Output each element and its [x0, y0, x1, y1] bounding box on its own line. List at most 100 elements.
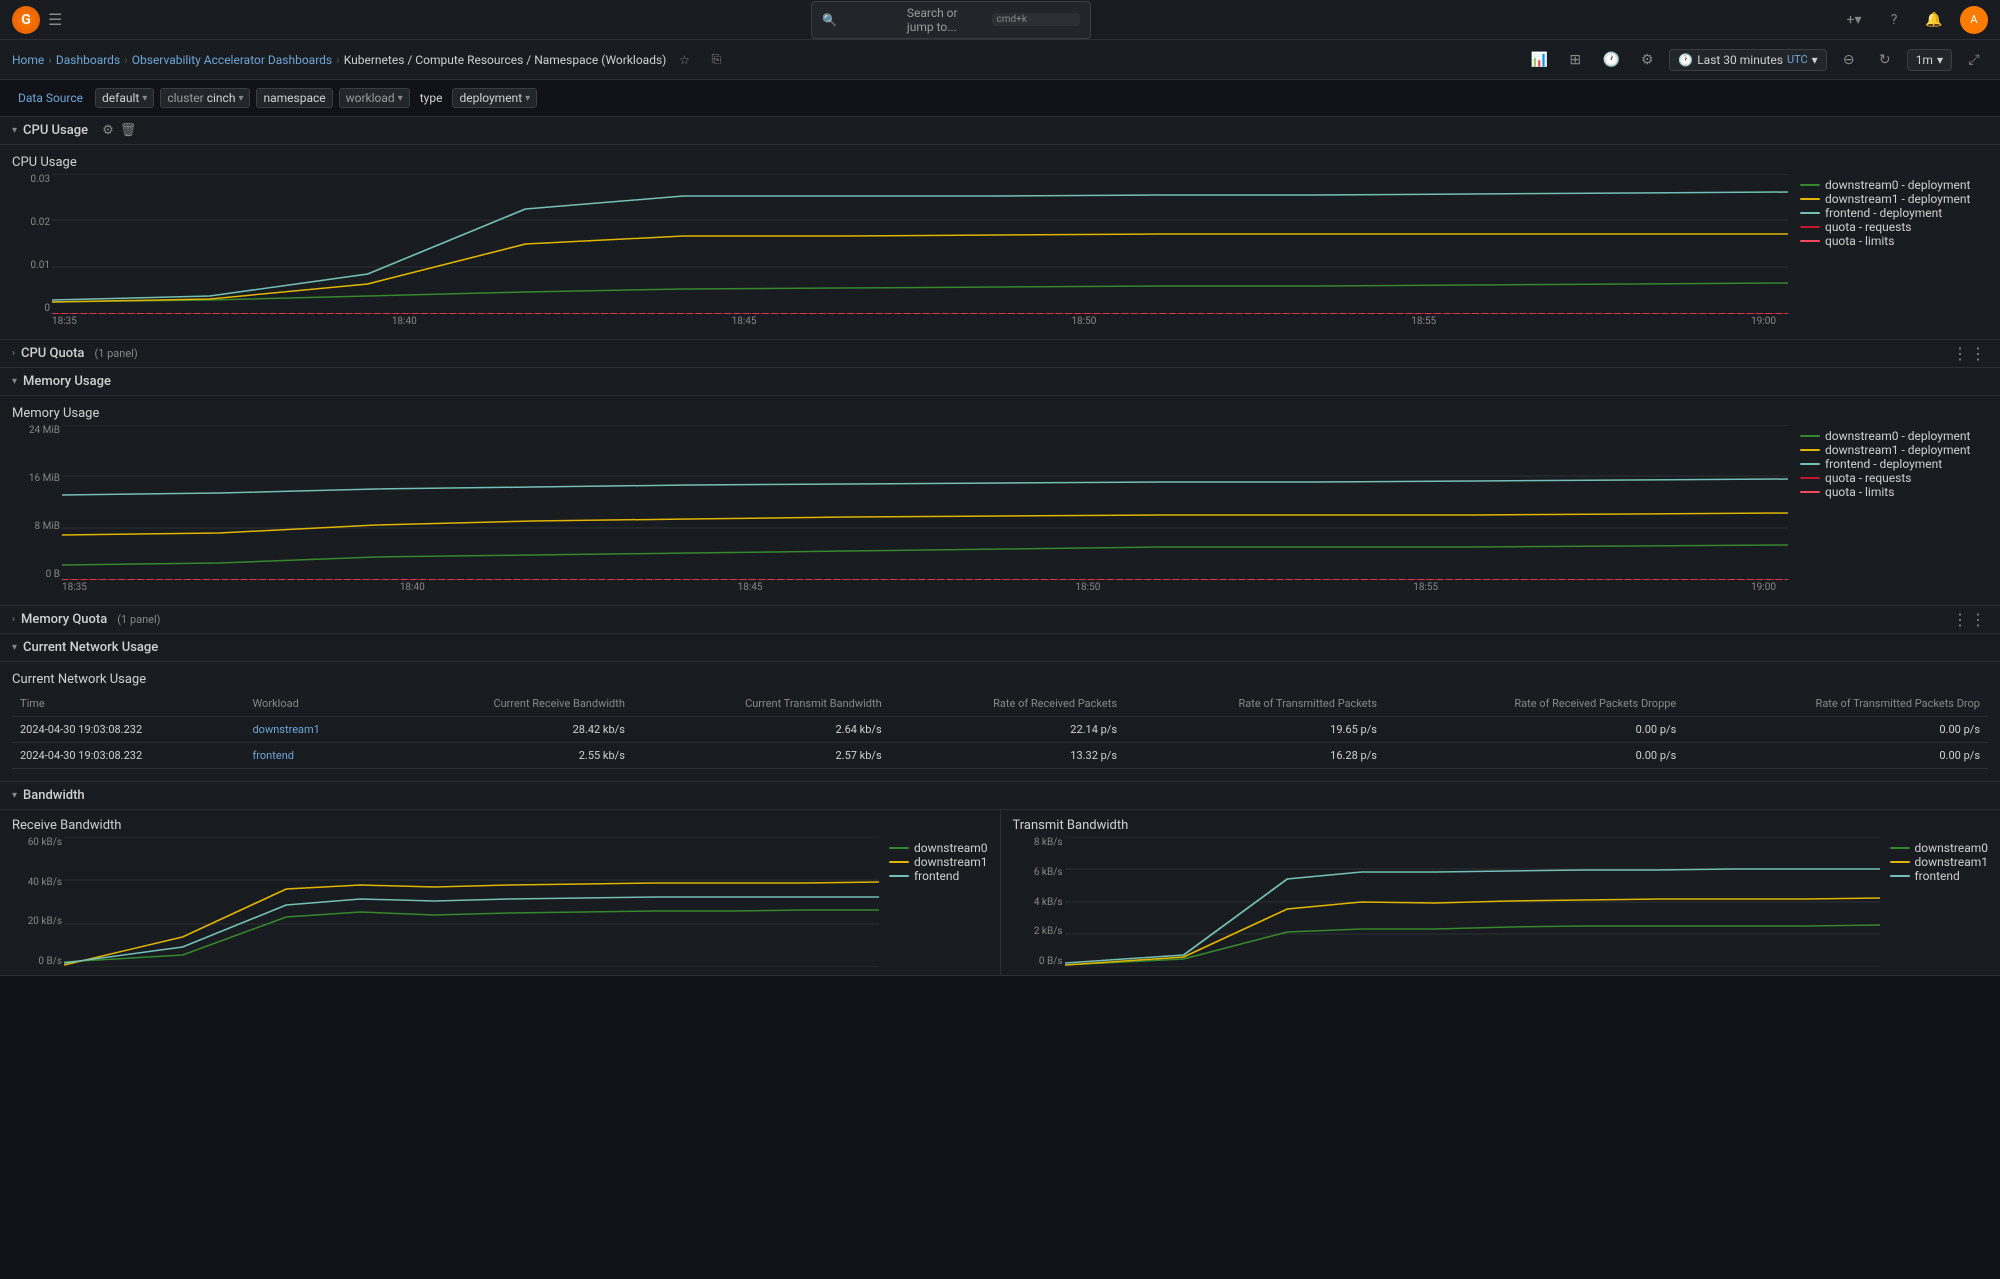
bell-icon[interactable]: 🔔	[1920, 6, 1948, 34]
hamburger-menu[interactable]: ☰	[48, 10, 62, 29]
col-rcv-drop: Rate of Received Packets Droppe	[1385, 691, 1684, 717]
top-bar-left: G ☰	[12, 6, 62, 34]
memory-usage-panel: Memory Usage 24 MiB 16 MiB 8 MiB 0 B	[0, 396, 2000, 606]
network-usage-header[interactable]: ▾ Current Network Usage	[0, 634, 2000, 662]
search-area[interactable]: 🔍 Search or jump to... cmd+k	[811, 1, 1091, 39]
time-range-selector[interactable]: 🕐 Last 30 minutes UTC ▾	[1669, 49, 1826, 71]
rcv-legend-fe: frontend	[889, 869, 988, 883]
search-cmd: cmd+k	[992, 13, 1081, 26]
share-icon[interactable]: ⎘	[702, 46, 730, 74]
cpu-section-icons: ⚙ 🗑	[102, 123, 136, 138]
filter-cluster[interactable]: cluster cinch ▾	[160, 88, 250, 108]
bandwidth-header[interactable]: ▾ Bandwidth	[0, 782, 2000, 810]
search-box[interactable]: 🔍 Search or jump to... cmd+k	[811, 1, 1091, 39]
panel-icon[interactable]: ⊞	[1561, 46, 1589, 74]
legend-line-ds1	[1800, 198, 1820, 200]
graph-icon[interactable]: 📊	[1525, 46, 1553, 74]
memory-chart-area: 24 MiB 16 MiB 8 MiB 0 B	[12, 425, 1988, 580]
memory-quota-menu[interactable]: ⋮⋮	[1952, 610, 1988, 629]
refresh-interval[interactable]: 1m ▾	[1907, 49, 1952, 71]
row2-tx-drop: 0.00 p/s	[1684, 743, 1988, 769]
cpu-chart-svg	[52, 174, 1788, 314]
row1-workload[interactable]: downstream1	[244, 717, 384, 743]
row1-tx-pkt: 19.65 p/s	[1125, 717, 1385, 743]
network-table: Time Workload Current Receive Bandwidth …	[12, 691, 1988, 769]
memory-x-axis: 18:35 18:40 18:45 18:50 18:55 19:00	[12, 582, 1988, 593]
col-workload: Workload	[244, 691, 384, 717]
legend-quota-requests: quota - requests	[1800, 220, 1988, 234]
filter-type[interactable]: deployment ▾	[452, 88, 537, 108]
legend-line-qr	[1800, 226, 1820, 228]
cpu-usage-panel: CPU Usage 0.03 0.02 0.01 0	[0, 145, 2000, 340]
cpu-y-axis: 0.03 0.02 0.01 0	[12, 174, 50, 314]
row1-time: 2024-04-30 19:03:08.232	[12, 717, 244, 743]
filter-namespace[interactable]: namespace	[256, 88, 332, 108]
memory-panel-content: 24 MiB 16 MiB 8 MiB 0 B	[0, 425, 2000, 605]
network-collapse-icon: ▾	[12, 642, 17, 653]
memory-quota-header[interactable]: › Memory Quota (1 panel) ⋮⋮	[0, 606, 2000, 634]
legend-quota-limits: quota - limits	[1800, 234, 1988, 248]
legend-line-fe	[1800, 212, 1820, 214]
add-button[interactable]: + ▾	[1840, 6, 1868, 34]
breadcrumb: Home › Dashboards › Observability Accele…	[12, 46, 730, 74]
datasource-label[interactable]: Data Source	[12, 89, 89, 107]
network-table-header: Time Workload Current Receive Bandwidth …	[12, 691, 1988, 717]
refresh-icon[interactable]: ↻	[1871, 46, 1899, 74]
filter-workload[interactable]: workload ▾	[339, 88, 410, 108]
transmit-title: Transmit Bandwidth	[1013, 818, 1989, 837]
cpu-usage-header[interactable]: ▾ CPU Usage ⚙ 🗑	[0, 117, 2000, 145]
memory-y-axis: 24 MiB 16 MiB 8 MiB 0 B	[12, 425, 60, 580]
memory-usage-header[interactable]: ▾ Memory Usage	[0, 368, 2000, 396]
expand-icon[interactable]: ⤢	[1960, 46, 1988, 74]
row2-rcv-drop: 0.00 p/s	[1385, 743, 1684, 769]
cpu-quota-header[interactable]: › CPU Quota (1 panel) ⋮⋮	[0, 340, 2000, 368]
row1-rcv-drop: 0.00 p/s	[1385, 717, 1684, 743]
cpu-quota-menu[interactable]: ⋮⋮	[1952, 344, 1988, 363]
top-bar: G ☰ 🔍 Search or jump to... cmd+k + ▾ ? 🔔…	[0, 0, 2000, 40]
cpu-delete-icon[interactable]: 🗑	[120, 123, 137, 138]
network-usage-title: Current Network Usage	[23, 640, 158, 655]
cpu-panel-title: CPU Usage	[0, 145, 2000, 174]
observability-link[interactable]: Observability Accelerator Dashboards	[132, 53, 332, 67]
memory-collapse-icon: ▾	[12, 376, 17, 387]
help-icon[interactable]: ?	[1880, 6, 1908, 34]
receive-legend: downstream0 downstream1 frontend	[879, 837, 988, 967]
zoom-out-icon[interactable]: ⊖	[1835, 46, 1863, 74]
refresh-interval-label: 1m	[1916, 53, 1933, 67]
memory-legend: downstream0 - deployment downstream1 - d…	[1788, 425, 1988, 580]
network-row-1: 2024-04-30 19:03:08.232 downstream1 28.4…	[12, 717, 1988, 743]
col-time: Time	[12, 691, 244, 717]
tx-legend-ds0: downstream0	[1890, 841, 1989, 855]
cpu-quota-subtitle: (1 panel)	[94, 347, 137, 360]
cpu-settings-icon[interactable]: ⚙	[102, 123, 114, 138]
settings-icon[interactable]: ⚙	[1633, 46, 1661, 74]
transmit-chart-svg	[1065, 837, 1880, 967]
row2-rcv-pkt: 13.32 p/s	[890, 743, 1125, 769]
cpu-quota-collapse-icon: ›	[12, 348, 15, 359]
transmit-chart-area: 8 kB/s 6 kB/s 4 kB/s 2 kB/s 0 B/s	[1013, 837, 1989, 967]
tx-legend-ds1: downstream1	[1890, 855, 1989, 869]
avatar[interactable]: A	[1960, 6, 1988, 34]
clock-icon[interactable]: 🕐	[1597, 46, 1625, 74]
transmit-bandwidth-panel: Transmit Bandwidth 8 kB/s 6 kB/s 4 kB/s …	[1001, 810, 2000, 975]
network-panel: Current Network Usage Time Workload Curr…	[0, 662, 2000, 782]
legend-downstream1-deployment: downstream1 - deployment	[1800, 192, 1988, 206]
memory-quota-title: Memory Quota	[21, 612, 107, 627]
network-panel-content: Time Workload Current Receive Bandwidth …	[0, 691, 2000, 781]
cpu-chart-area: 0.03 0.02 0.01 0	[12, 174, 1988, 314]
row2-workload[interactable]: frontend	[244, 743, 384, 769]
transmit-y-axis: 8 kB/s 6 kB/s 4 kB/s 2 kB/s 0 B/s	[1013, 837, 1063, 967]
col-tx-bw: Current Transmit Bandwidth	[633, 691, 890, 717]
search-placeholder: Search or jump to...	[907, 6, 986, 34]
filter-default[interactable]: default ▾	[95, 88, 154, 108]
rcv-legend-ds0: downstream0	[889, 841, 988, 855]
receive-chart-area: 60 kB/s 40 kB/s 20 kB/s 0 B/s	[12, 837, 988, 967]
current-page: Kubernetes / Compute Resources / Namespa…	[344, 53, 667, 67]
filter-type-label: type	[416, 89, 447, 107]
home-link[interactable]: Home	[12, 53, 44, 67]
star-icon[interactable]: ☆	[670, 46, 698, 74]
legend-frontend-deployment: frontend - deployment	[1800, 206, 1988, 220]
row2-tx-bw: 2.57 kb/s	[633, 743, 890, 769]
dashboards-link[interactable]: Dashboards	[56, 53, 120, 67]
memory-chart-svg	[62, 425, 1788, 580]
